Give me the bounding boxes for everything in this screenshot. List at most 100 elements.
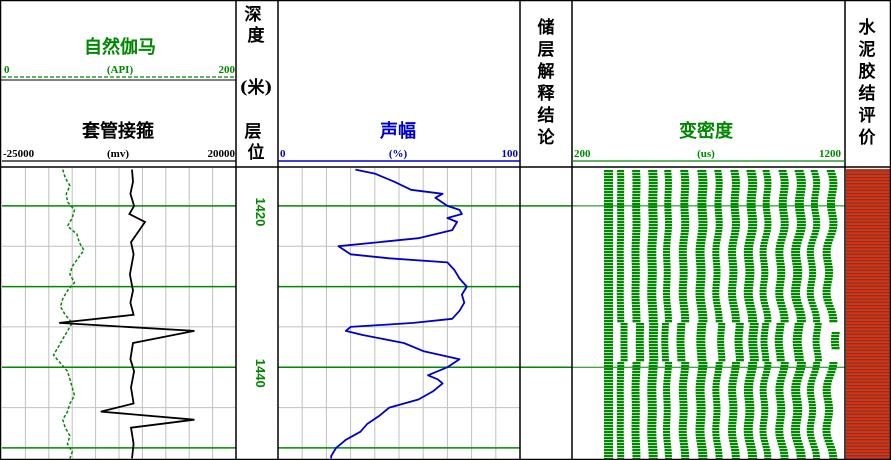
vdl-band xyxy=(661,344,669,347)
vdl-band xyxy=(713,401,721,404)
cem-title-char: 泥 xyxy=(859,39,876,60)
vdl-band xyxy=(731,365,740,368)
vdl-band xyxy=(779,194,788,197)
vdl-band xyxy=(715,215,723,218)
vdl-band xyxy=(681,182,690,185)
res-title-char: 层 xyxy=(538,40,555,60)
vdl-band xyxy=(714,200,722,203)
vdl-band xyxy=(715,455,723,458)
vdl-band xyxy=(729,410,738,413)
vdl-band xyxy=(714,449,722,452)
vdl-band xyxy=(648,224,658,227)
vdl-band xyxy=(829,227,838,230)
vdl-band xyxy=(617,362,625,365)
vdl-band xyxy=(647,422,657,425)
vdl-band xyxy=(696,407,706,410)
vdl-band xyxy=(635,332,644,335)
vdl-band xyxy=(808,404,816,407)
vdl-band xyxy=(604,359,613,362)
vdl-band xyxy=(791,383,801,386)
vdl-band xyxy=(728,392,737,395)
vdl-band xyxy=(761,410,769,413)
vdl-band xyxy=(647,293,657,296)
vdl-band xyxy=(679,245,688,248)
vdl-band xyxy=(604,206,613,209)
vdl-band xyxy=(744,401,754,404)
vdl-band xyxy=(734,341,743,344)
vdl-band xyxy=(791,293,801,296)
vdl-band xyxy=(604,170,613,173)
vdl-band xyxy=(664,230,672,233)
vdl-band xyxy=(620,344,628,347)
vdl-band xyxy=(759,251,767,254)
vdl-band xyxy=(648,215,658,218)
vdl-band xyxy=(748,185,758,188)
vdl-band xyxy=(776,281,785,284)
vdl-band xyxy=(806,425,814,428)
vdl-band xyxy=(616,431,624,434)
vdl-band xyxy=(760,299,768,302)
vdl-band xyxy=(647,416,657,419)
vdl-band xyxy=(636,326,645,329)
vdl-band xyxy=(632,215,641,218)
vdl-band xyxy=(616,422,624,425)
vdl-band xyxy=(731,362,740,365)
vdl-band xyxy=(604,248,613,251)
vdl-band xyxy=(604,323,613,326)
vdl-band xyxy=(730,233,739,236)
vdl-band xyxy=(791,434,801,437)
vdl-band xyxy=(763,191,771,194)
vdl-band xyxy=(616,290,624,293)
vdl-band xyxy=(731,212,740,215)
vdl-band xyxy=(728,383,737,386)
vdl-band xyxy=(604,410,613,413)
vdl-band xyxy=(664,449,672,452)
vdl-band xyxy=(663,299,671,302)
vdl-band xyxy=(616,380,624,383)
vdl-band xyxy=(791,254,801,257)
vdl-band xyxy=(823,422,832,425)
vdl-band xyxy=(617,176,625,179)
vdl-band xyxy=(604,455,613,458)
vdl-band xyxy=(663,392,671,395)
vdl-band xyxy=(664,317,672,320)
vdl-band xyxy=(794,170,804,173)
vdl-band xyxy=(697,356,707,359)
vdl-band xyxy=(760,416,768,419)
vdl-band xyxy=(632,230,641,233)
vdl-band xyxy=(744,398,754,401)
vdl-band xyxy=(616,242,624,245)
vdl-band xyxy=(728,245,737,248)
vdl-band xyxy=(825,272,834,275)
vdl-band xyxy=(631,239,640,242)
vdl-band xyxy=(812,314,820,317)
vdl-band xyxy=(776,299,785,302)
vdl-band xyxy=(620,335,628,338)
vdl-band xyxy=(744,278,754,281)
vdl-band xyxy=(813,350,821,353)
vdl-band xyxy=(746,374,756,377)
vdl-band xyxy=(794,356,804,359)
vdl-band xyxy=(744,284,754,287)
vdl-band xyxy=(696,419,706,422)
vdl-band xyxy=(828,176,837,179)
vdl-band xyxy=(631,263,640,266)
vdl-band xyxy=(745,404,755,407)
vdl-band xyxy=(808,266,816,269)
vdl-band xyxy=(604,344,613,347)
vdl-band xyxy=(680,446,689,449)
vdl-band xyxy=(796,452,806,455)
vdl-band xyxy=(713,440,721,443)
vdl-band xyxy=(647,254,657,257)
vdl-band xyxy=(794,374,804,377)
vdl-band xyxy=(794,359,804,362)
vdl-band xyxy=(775,434,784,437)
vdl-band xyxy=(647,278,657,281)
vdl-band xyxy=(827,449,836,452)
vdl-band xyxy=(793,443,803,446)
vdl-band xyxy=(775,296,784,299)
vdl-band xyxy=(809,239,817,242)
vdl-band xyxy=(635,335,644,338)
vdl-band xyxy=(780,176,789,179)
depth-labels: 1420 1440 xyxy=(253,197,268,387)
